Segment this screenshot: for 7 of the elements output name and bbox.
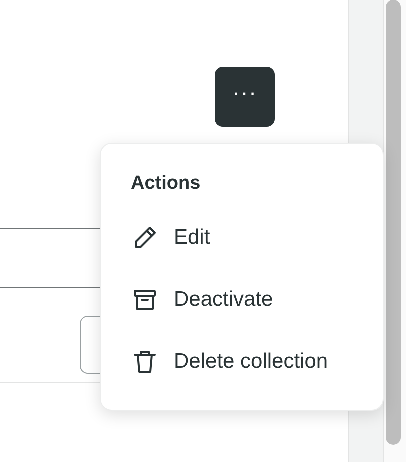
menu-item[interactable]: Deactivate: [131, 286, 274, 314]
scrollbar[interactable]: [384, 0, 406, 462]
menu-title: Actions: [131, 172, 201, 196]
more-button[interactable]: ···: [215, 67, 275, 127]
menu-item[interactable]: Edit: [131, 224, 210, 252]
trash-icon: [131, 348, 159, 376]
menu-item[interactable]: Delete collection: [131, 348, 328, 376]
